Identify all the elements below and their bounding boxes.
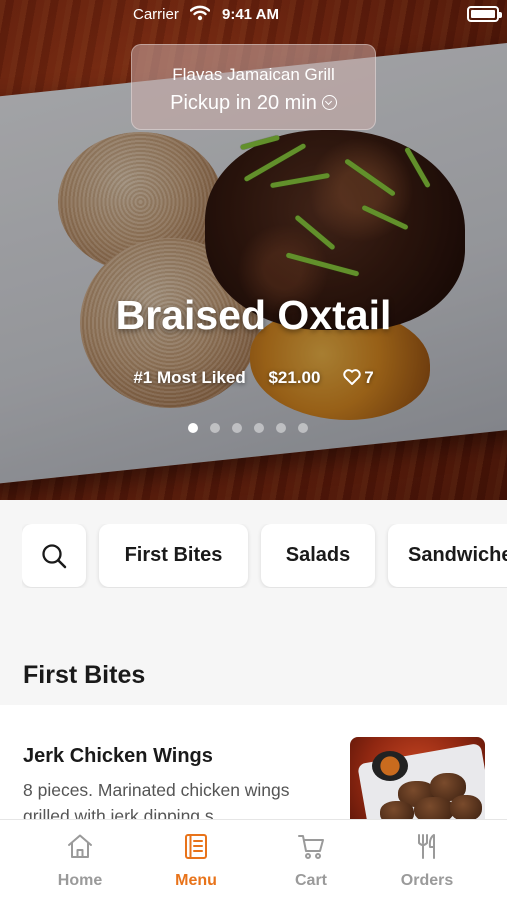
likes-count: 7 (364, 368, 374, 387)
featured-badge: #1 Most Liked (133, 368, 246, 387)
category-chip-first-bites[interactable]: First Bites (99, 524, 248, 587)
featured-dish-title: Braised Oxtail (115, 292, 392, 338)
clock: 9:41 AM (222, 6, 279, 23)
menu-item-sauce (372, 751, 408, 781)
tab-home-label: Home (57, 872, 103, 889)
utensils-icon (418, 834, 435, 859)
carousel-indicator (188, 423, 308, 433)
tab-home[interactable]: Home (30, 820, 130, 900)
search-icon (42, 543, 67, 568)
menu-item-wing (450, 795, 482, 821)
pickup-time-label: Pickup in 20 min (170, 92, 317, 114)
menu-item[interactable]: Jerk Chicken Wings 8 pieces. Marinated c… (0, 705, 507, 832)
tab-menu[interactable]: Menu (146, 820, 246, 900)
cart-icon (298, 835, 324, 859)
tab-orders-label: Orders (400, 872, 454, 889)
menu-item-name: Jerk Chicken Wings (23, 745, 213, 767)
carousel-dot[interactable] (188, 423, 198, 433)
tab-menu-label: Menu (175, 872, 217, 889)
wifi-icon (190, 5, 210, 21)
status-bar: Carrier 9:41 AM (0, 0, 507, 30)
pickup-time: Pickup in 20 min (132, 92, 375, 115)
battery-icon (467, 6, 502, 22)
featured-likes[interactable]: 7 (343, 368, 374, 387)
menu-book-icon (185, 834, 207, 859)
carrier-label: Carrier (133, 6, 179, 23)
carousel-dot[interactable] (232, 423, 242, 433)
home-icon (68, 834, 92, 858)
chevron-down-circle-icon (321, 95, 337, 110)
pickup-selector[interactable]: Flavas Jamaican Grill Pickup in 20 min (131, 44, 376, 130)
category-chip-salads[interactable]: Salads (261, 524, 375, 587)
tab-cart-label: Cart (294, 872, 327, 889)
featured-hero[interactable]: Carrier 9:41 AM Flavas Jamaican Grill Pi… (0, 0, 507, 500)
carousel-dot[interactable] (210, 423, 220, 433)
category-bar[interactable]: First Bites Salads Sandwiches (22, 524, 507, 588)
section-title: First Bites (23, 661, 146, 689)
tab-cart[interactable]: Cart (261, 820, 361, 900)
featured-price: $21.00 (268, 368, 321, 387)
search-button[interactable] (22, 524, 86, 587)
category-chip-sandwiches[interactable]: Sandwiches (388, 524, 507, 587)
restaurant-name: Flavas Jamaican Grill (172, 65, 335, 84)
heart-icon (343, 369, 361, 385)
carousel-dot[interactable] (298, 423, 308, 433)
tab-orders[interactable]: Orders (377, 820, 477, 900)
menu-item-photo (350, 737, 485, 832)
carousel-dot[interactable] (276, 423, 286, 433)
featured-dish-meta: #1 Most Liked $21.00 7 (0, 368, 507, 388)
tab-bar: Home Menu Cart Orders (0, 819, 507, 900)
carousel-dot[interactable] (254, 423, 264, 433)
